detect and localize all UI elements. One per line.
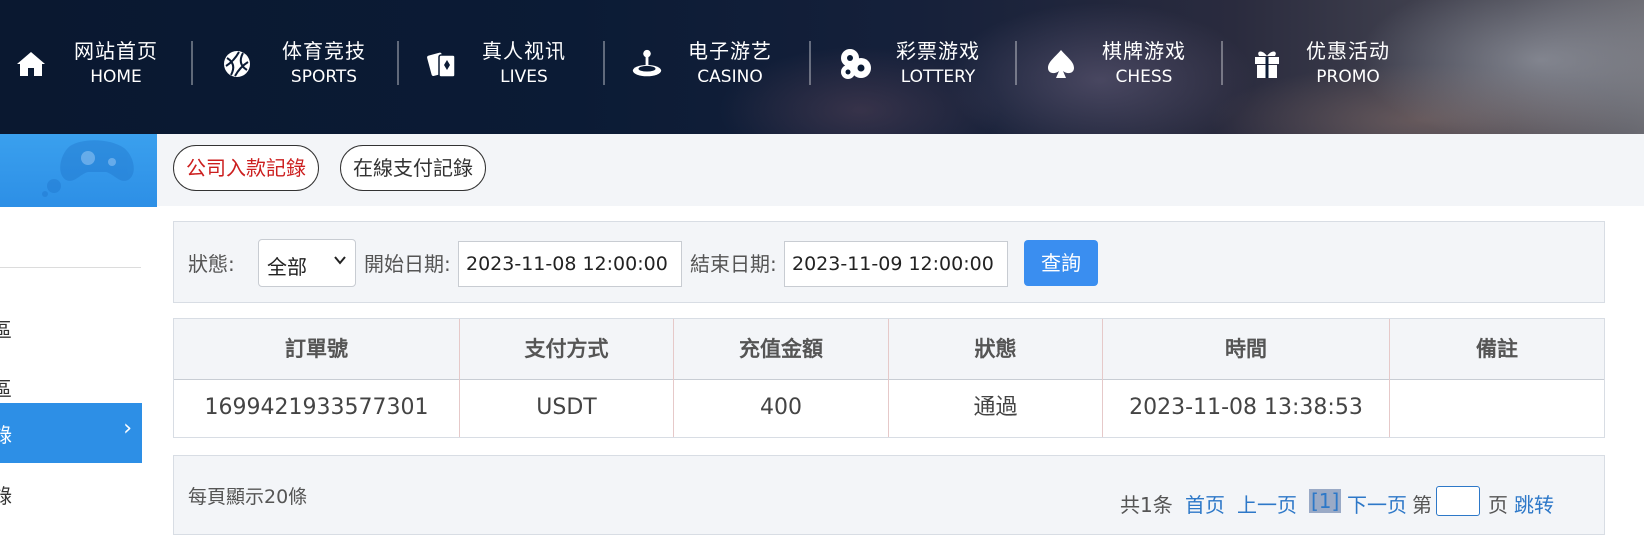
home-icon	[14, 47, 48, 81]
nav-casino-en: CASINO	[697, 67, 763, 87]
nav-lives-en: LIVES	[500, 67, 548, 87]
nav-sports-zh: 体育竞技	[282, 39, 366, 63]
filter-bar: 狀態: 全部 開始日期: 2023-11-08 12:00:00 結束日期: 2…	[173, 221, 1605, 303]
sidebar-item-label: 錄	[0, 484, 12, 508]
cell-order-number: 1699421933577301	[174, 379, 460, 437]
sidebar-item-label: 區	[0, 377, 12, 401]
column-header-time: 時間	[1103, 319, 1390, 379]
nav-lottery-zh: 彩票游戏	[896, 39, 980, 63]
sidebar-item-4[interactable]: 錄	[0, 464, 142, 524]
cell-time: 2023-11-08 13:38:53	[1103, 379, 1390, 437]
sidebar-item-label: 區	[0, 318, 12, 342]
sidebar-item-1[interactable]: 區	[0, 298, 142, 358]
column-header-remark: 備註	[1476, 337, 1518, 361]
start-date-input[interactable]: 2023-11-08 12:00:00	[458, 241, 682, 287]
nav-divider	[1015, 41, 1017, 85]
per-page-text: 每頁顯示20條	[188, 486, 308, 508]
main-panel: 公司入款記錄 在線支付記錄 狀態: 全部 開始日期: 2023-11-08 12…	[157, 134, 1644, 551]
gift-icon	[1250, 47, 1284, 81]
records-table: 訂單號 支付方式 充值金額 狀態 時間 備註 1699421933577301 …	[173, 318, 1605, 438]
nav-item-sports[interactable]: 体育竞技 SPORTS	[220, 34, 366, 94]
nav-item-lives[interactable]: 真人视讯 LIVES	[426, 34, 566, 94]
column-header-payment-method: 支付方式	[460, 319, 674, 379]
table-header: 訂單號 支付方式 充值金額 狀態 時間 備註	[174, 319, 1604, 380]
tab-company-deposit-records[interactable]: 公司入款記錄	[173, 145, 319, 191]
status-select-value: 全部	[267, 255, 307, 279]
nav-divider	[191, 41, 193, 85]
cell-payment-method: USDT	[460, 379, 674, 437]
pagination-bar: 每頁顯示20條 共1条 首页 上一页 [1] 下一页 第 页 跳转	[173, 455, 1605, 535]
nav-item-lottery[interactable]: 彩票游戏 LOTTERY	[838, 34, 980, 94]
ball-icon	[220, 47, 254, 81]
end-date-label: 結束日期:	[690, 252, 777, 276]
status-select[interactable]: 全部	[258, 239, 356, 287]
spade-icon	[1044, 47, 1078, 81]
nav-item-chess[interactable]: 棋牌游戏 CHESS	[1044, 34, 1186, 94]
page-prefix: 第	[1412, 493, 1432, 517]
sidebar: 區 區 錄 › 錄	[0, 134, 157, 551]
nav-lives-zh: 真人视讯	[482, 39, 566, 63]
column-header-order-number: 訂單號	[174, 319, 460, 379]
current-page[interactable]: [1]	[1309, 489, 1342, 513]
prev-page-link[interactable]: 上一页	[1237, 489, 1297, 518]
nav-sports-en: SPORTS	[290, 67, 358, 87]
jump-link[interactable]: 跳转	[1514, 489, 1554, 518]
sidebar-divider	[0, 267, 141, 268]
chevron-down-icon	[333, 252, 347, 271]
sidebar-item-label: 錄	[0, 423, 12, 447]
nav-chess-en: CHESS	[1115, 67, 1173, 87]
nav-divider	[809, 41, 811, 85]
column-header-amount: 充值金額	[674, 319, 889, 379]
cell-amount: 400	[674, 379, 889, 437]
column-header-status: 狀態	[889, 319, 1103, 379]
cell-remark	[1390, 379, 1604, 437]
start-date-label: 開始日期:	[364, 252, 451, 276]
tab-bar: 公司入款記錄 在線支付記錄	[157, 134, 1644, 206]
page-suffix: 页	[1488, 493, 1508, 517]
dice-icon	[838, 47, 872, 81]
nav-item-promo[interactable]: 优惠活动 PROMO	[1250, 34, 1390, 94]
table-row: 1699421933577301 USDT 400 通過 2023-11-08 …	[174, 379, 1604, 437]
top-navigation: 网站首页 HOME 体育竞技 SPORTS 真人视讯 LIVES 电子游艺 CA…	[0, 0, 1644, 134]
nav-divider	[603, 41, 605, 85]
total-count: 共1条	[1120, 493, 1173, 517]
gamepad-icon	[42, 140, 134, 197]
nav-item-home[interactable]: 网站首页 HOME	[14, 34, 158, 94]
status-label: 狀態:	[188, 252, 235, 276]
next-page-link[interactable]: 下一页	[1347, 489, 1407, 518]
cell-status: 通過	[889, 379, 1103, 437]
nav-home-zh: 网站首页	[74, 39, 158, 63]
nav-lottery-en: LOTTERY	[900, 67, 976, 87]
nav-divider	[397, 41, 399, 85]
nav-promo-zh: 优惠活动	[1306, 39, 1390, 63]
cards-icon	[426, 47, 460, 81]
nav-promo-en: PROMO	[1316, 67, 1380, 87]
sidebar-banner	[0, 134, 157, 207]
chevron-right-icon: ›	[123, 416, 132, 441]
nav-casino-zh: 电子游艺	[688, 39, 772, 63]
sidebar-item-3-active[interactable]: 錄 ›	[0, 403, 142, 463]
joystick-icon	[630, 47, 664, 81]
tab-online-payment-records[interactable]: 在線支付記錄	[340, 145, 486, 191]
nav-chess-zh: 棋牌游戏	[1102, 39, 1186, 63]
search-button[interactable]: 查詢	[1024, 240, 1098, 286]
nav-home-en: HOME	[90, 67, 142, 87]
end-date-input[interactable]: 2023-11-09 12:00:00	[784, 241, 1008, 287]
nav-item-casino[interactable]: 电子游艺 CASINO	[630, 34, 772, 94]
page-number-input[interactable]	[1436, 486, 1480, 516]
nav-divider	[1221, 41, 1223, 85]
first-page-link[interactable]: 首页	[1185, 489, 1225, 518]
